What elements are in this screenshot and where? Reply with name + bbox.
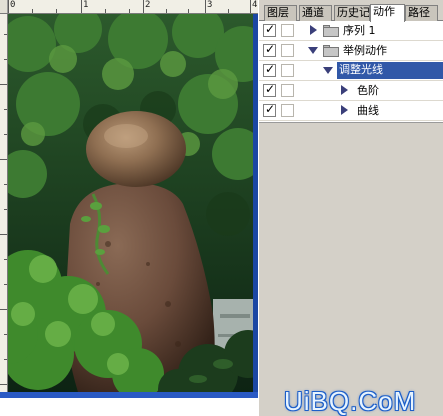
ruler-tick	[4, 334, 7, 335]
toggle-dialog-box[interactable]	[281, 84, 294, 97]
action-label: 调整光线	[339, 63, 383, 76]
toggle-dialog-box[interactable]	[281, 64, 294, 77]
expand-triangle-icon[interactable]	[310, 25, 317, 35]
actions-panel: 图层 通道 历史记 动作 路径 ✓ 序列 1 ✓ 举例动作 ✓ 调整光线 ✓ 色…	[258, 0, 443, 416]
ruler-number: 0	[10, 0, 16, 10]
action-step-label: 色阶	[357, 84, 379, 97]
panel-empty-area	[259, 124, 443, 416]
folder-icon	[323, 25, 339, 37]
action-step-label: 曲线	[357, 104, 379, 117]
tab-paths[interactable]: 路径	[405, 5, 438, 21]
ruler-tick	[105, 9, 106, 13]
action-row-selected[interactable]: ✓ 调整光线	[259, 61, 443, 81]
expand-triangle-icon[interactable]	[341, 105, 348, 115]
site-watermark: UiBQ.CoM	[284, 386, 417, 416]
action-step-row[interactable]: ✓ 曲线	[259, 101, 443, 121]
ruler-number: 1	[83, 0, 89, 10]
toggle-item-checkbox[interactable]: ✓	[263, 102, 276, 117]
toggle-dialog-box[interactable]	[281, 24, 294, 37]
checkmark-icon: ✓	[265, 102, 276, 116]
ruler-tick	[250, 0, 251, 13]
action-set-row[interactable]: ✓ 序列 1	[259, 21, 443, 41]
ruler-number: 2	[145, 0, 151, 10]
ruler-tick	[4, 109, 7, 110]
actions-list: ✓ 序列 1 ✓ 举例动作 ✓ 调整光线 ✓ 色阶 ✓ 曲线	[259, 21, 443, 123]
horizontal-ruler[interactable]: 0 1 2 3 4	[0, 0, 258, 14]
ruler-tick	[228, 9, 229, 13]
ruler-tick	[0, 159, 7, 160]
ruler-tick	[143, 0, 144, 13]
tab-actions[interactable]: 动作	[370, 4, 405, 22]
action-set-row[interactable]: ✓ 举例动作	[259, 41, 443, 61]
ruler-tick	[4, 259, 7, 260]
toggle-item-checkbox[interactable]: ✓	[263, 82, 276, 97]
tab-channels[interactable]: 通道	[299, 5, 332, 21]
photo-canvas[interactable]	[8, 14, 253, 392]
tab-label: 图层	[267, 6, 289, 19]
toggle-dialog-box[interactable]	[281, 44, 294, 57]
ruler-origin[interactable]	[0, 0, 8, 13]
collapse-triangle-icon[interactable]	[323, 67, 333, 74]
tab-label: 路径	[408, 6, 430, 19]
ruler-tick	[4, 34, 7, 35]
ruler-tick	[32, 9, 33, 13]
document-status-edge	[0, 392, 258, 398]
expand-triangle-icon[interactable]	[341, 85, 348, 95]
ruler-tick	[8, 0, 9, 13]
action-step-row[interactable]: ✓ 色阶	[259, 81, 443, 101]
folder-icon	[323, 45, 339, 57]
ruler-tick	[0, 234, 7, 235]
ruler-tick	[4, 134, 7, 135]
action-set-label: 举例动作	[343, 44, 387, 57]
tab-label: 历史记	[337, 6, 370, 19]
document-window: 0 1 2 3 4	[0, 0, 258, 398]
action-set-label: 序列 1	[343, 24, 376, 37]
toggle-item-checkbox[interactable]: ✓	[263, 22, 276, 37]
vertical-ruler[interactable]	[0, 14, 8, 392]
ruler-tick	[56, 9, 57, 13]
toggle-item-checkbox[interactable]: ✓	[263, 42, 276, 57]
tab-label: 通道	[302, 6, 324, 19]
photo-stone-sculpture	[8, 14, 253, 392]
ruler-tick	[188, 9, 189, 13]
tab-layers[interactable]: 图层	[264, 5, 297, 21]
collapse-triangle-icon[interactable]	[308, 47, 318, 54]
ruler-tick	[166, 9, 167, 13]
ruler-tick	[0, 309, 7, 310]
ruler-number: 4	[252, 0, 258, 10]
ruler-tick	[4, 359, 7, 360]
tab-label: 动作	[373, 5, 395, 18]
checkmark-icon: ✓	[265, 82, 276, 96]
checkmark-icon: ✓	[265, 22, 276, 36]
checkmark-icon: ✓	[265, 62, 276, 76]
checkmark-icon: ✓	[265, 42, 276, 56]
ruler-tick	[205, 0, 206, 13]
ruler-tick	[81, 0, 82, 13]
ruler-tick	[0, 84, 7, 85]
toggle-dialog-box[interactable]	[281, 104, 294, 117]
panel-tab-bar: 图层 通道 历史记 动作 路径	[259, 4, 443, 22]
selection-highlight: 调整光线	[337, 62, 443, 79]
toggle-item-checkbox[interactable]: ✓	[263, 62, 276, 77]
ruler-tick	[0, 384, 7, 385]
ruler-tick	[4, 209, 7, 210]
ruler-tick	[4, 284, 7, 285]
ruler-number: 3	[207, 0, 213, 10]
ruler-tick	[4, 184, 7, 185]
tab-history[interactable]: 历史记	[334, 5, 370, 21]
ruler-tick	[129, 9, 130, 13]
ruler-tick	[4, 59, 7, 60]
